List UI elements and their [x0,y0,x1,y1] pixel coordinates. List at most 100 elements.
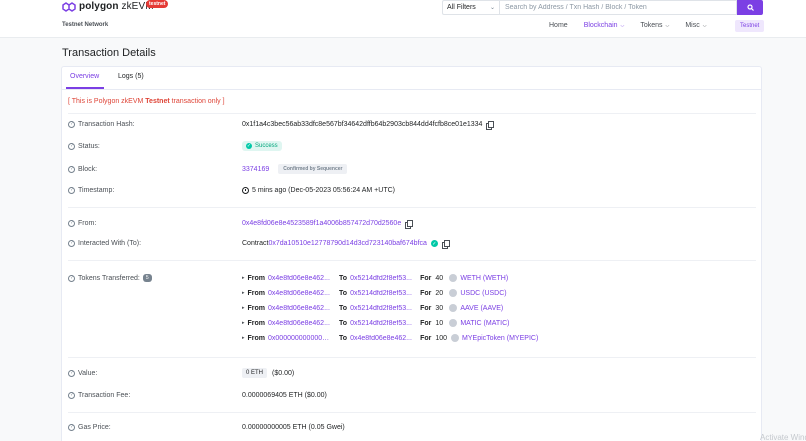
token-transfer-row: ▸ From 0x4e8fd06e8e462... To 0x5214dfd2f8ef5… [242,304,503,312]
gas-price-value: 0.00000000005 ETH (0.05 Gwei) [242,424,345,431]
divider [68,357,756,358]
transfer-to-label: To [339,289,348,297]
nav-tokens[interactable]: Tokens ⌵ [640,22,669,29]
nav-home[interactable]: Home [549,22,568,29]
tx-hash-value: 0x1f1a4c3bec56ab33dfc8e567bf34642dffb64b… [242,120,495,130]
testnet-notice: [ This is Polygon zkEVM Testnet transact… [68,98,225,105]
caret-right-icon: ▸ [242,335,245,341]
tab-logs[interactable]: Logs (5) [118,73,144,80]
tokens-transferred-label: ? Tokens Transferred: 5 [68,274,152,282]
block-label: ? Block: [68,166,97,173]
transfer-token-link[interactable]: MYEpicToken (MYEPIC) [462,335,538,342]
clock-icon [242,187,249,194]
gas-price-label: ? Gas Price: [68,424,111,431]
transfer-token-link[interactable]: AAVE (AAVE) [460,305,503,312]
copy-icon[interactable] [441,239,450,249]
caret-right-icon: ▸ [242,290,245,296]
timestamp-label: ? Timestamp: [68,187,114,194]
status-label: ? Status: [68,143,100,150]
transfer-to-label: To [339,319,348,327]
transfer-to-link[interactable]: 0x5214dfd2f8ef53... [350,290,414,297]
block-value: 3374169 Confirmed by Sequencer [242,164,348,174]
token-transfer-row: ▸From0x000000000000000... To0x4e8fd06e8e4… [242,334,538,342]
token-logo-icon [449,319,458,327]
from-label: ? From: [68,220,96,227]
value-label: ? Value: [68,370,97,377]
transfer-amount: 30 [435,304,444,312]
transfer-for-label: For [420,334,432,342]
copy-icon[interactable] [486,120,495,130]
question-icon: ? [68,392,75,399]
transfer-for-label: For [420,289,432,297]
question-icon: ? [68,274,75,282]
search-bar: All Filters ⌄ [442,0,763,15]
transaction-card: Overview Logs (5) [ This is Polygon zkEV… [61,66,762,441]
from-address-link[interactable]: 0x4e8fd06e8e4523589f1a4006b857472d70d256… [242,220,401,227]
polygon-logo[interactable]: polygon zkEVM [62,1,154,12]
tx-hash: 0x1f1a4c3bec56ab33dfc8e567bf34642dffb64b… [242,121,483,128]
transfer-token-link[interactable]: USDC (USDC) [460,290,506,297]
transfer-token-link[interactable]: MATIC (MATIC) [460,320,509,327]
value-usd: ($0.00) [272,369,295,377]
value-eth-badge: 0 ETH [242,368,268,378]
search-icon [746,4,754,11]
tab-overview[interactable]: Overview [70,73,99,80]
fee-value: 0.0000069405 ETH ($0.00) [242,392,327,399]
transfer-from-link[interactable]: 0x000000000000000... [268,335,332,342]
divider [68,207,756,208]
transfer-to-link[interactable]: 0x4e8fd06e8e462... [350,335,414,342]
question-icon: ? [68,143,75,150]
transfer-from-label: From [247,334,266,342]
chevron-down-icon: ⌵ [702,22,707,29]
transfer-amount: 100 [435,334,448,342]
transfer-amount: 10 [435,319,444,327]
transfer-from-label: From [247,319,266,327]
tokens-count-badge: 5 [142,274,152,282]
question-icon: ? [68,220,75,227]
transfer-from-link[interactable]: 0x4e8fd06e8e462... [268,320,332,327]
filter-select-value: All Filters [447,4,476,11]
chevron-down-icon: ⌵ [620,22,625,29]
network-switch-button[interactable]: Testnet [735,20,765,32]
testnet-logo-badge: testnet [146,0,169,8]
transfer-for-label: For [420,274,432,282]
value-value: 0 ETH ($0.00) [242,368,294,378]
chevron-down-icon: ⌵ [665,22,670,29]
transfer-from-link[interactable]: 0x4e8fd06e8e462... [268,275,332,282]
question-icon: ? [68,240,75,247]
token-transfer-row: ▸ From 0x4e8fd06e8e462... To 0x5214dfd2f8ef5… [242,319,509,327]
polygon-logo-icon [62,1,76,12]
transfer-to-label: To [339,274,348,282]
transfer-to-link[interactable]: 0x5214dfd2f8ef53... [350,305,414,312]
token-logo-icon [449,304,458,312]
divider [68,260,756,261]
check-circle-icon: ✓ [246,143,252,149]
transfer-to-label: To [339,304,348,312]
transfer-to-link[interactable]: 0x5214dfd2f8ef53... [350,320,414,327]
caret-right-icon: ▸ [242,305,245,311]
transfer-token-link[interactable]: WETH (WETH) [460,275,508,282]
transfer-from-link[interactable]: 0x4e8fd06e8e462... [268,305,332,312]
nav-tokens-label: Tokens [640,22,663,29]
top-header: polygon zkEVM testnet Testnet Network Al… [0,0,806,38]
contract-address-link[interactable]: 0x7da10510e12778790d14d3cd723140baf674bf… [268,240,426,247]
network-label: Testnet Network [62,22,109,28]
token-logo-icon [449,289,458,297]
transfer-amount: 20 [435,289,444,297]
timestamp: 5 mins ago (Dec-05-2023 05:56:24 AM +UTC… [252,187,395,194]
token-logo-icon [451,334,460,342]
transfer-from-label: From [247,304,266,312]
search-button[interactable] [737,0,763,15]
search-input[interactable] [499,0,737,15]
transfer-to-link[interactable]: 0x5214dfd2f8ef53... [350,275,414,282]
copy-icon[interactable] [405,219,414,229]
chevron-down-icon: ⌄ [489,5,495,11]
logo-text: polygon zkEVM [79,1,154,12]
contract-prefix: Contract [242,240,269,247]
nav-blockchain[interactable]: Blockchain ⌵ [584,22,625,29]
transfer-from-link[interactable]: 0x4e8fd06e8e462... [268,290,332,297]
block-link[interactable]: 3374169 [242,166,269,173]
filter-select[interactable]: All Filters ⌄ [442,0,499,15]
nav-misc[interactable]: Misc ⌵ [685,22,706,29]
verified-check-icon: ✓ [430,240,438,247]
